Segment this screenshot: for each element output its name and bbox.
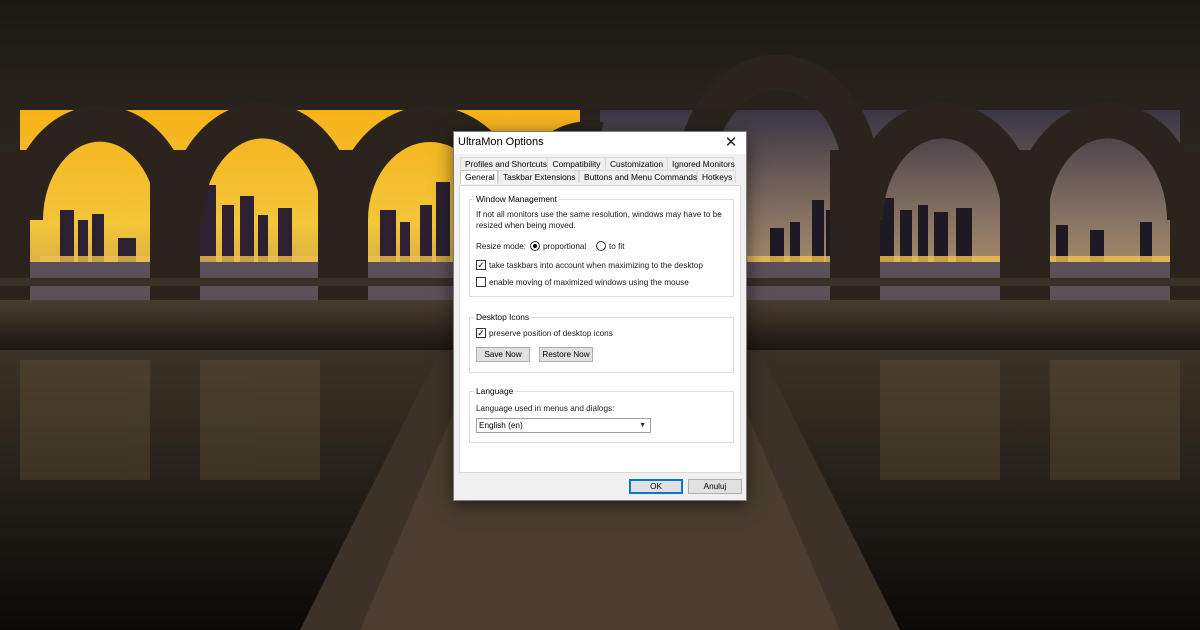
tab-customization[interactable]: Customization: [605, 157, 668, 170]
ultramon-options-dialog: UltraMon Options ✕ Profiles and Shortcut…: [453, 131, 747, 501]
cancel-button[interactable]: Anuluj: [688, 479, 742, 494]
language-prompt: Language used in menus and dialogs:: [476, 404, 615, 413]
taskbars-checkbox[interactable]: ✓: [476, 260, 486, 270]
close-icon[interactable]: ✕: [716, 132, 746, 154]
title-bar: UltraMon Options ✕: [454, 132, 746, 154]
tab-taskbar-extensions[interactable]: Taskbar Extensions: [498, 170, 579, 183]
desktop-icons-group: Desktop Icons ✓ preserve position of des…: [469, 312, 734, 373]
tab-profiles-and-shortcuts[interactable]: Profiles and Shortcuts: [460, 157, 548, 170]
preserve-icons-checkbox[interactable]: ✓: [476, 328, 486, 338]
taskbars-label: take taskbars into account when maximizi…: [489, 261, 703, 270]
language-group: Language Language used in menus and dial…: [469, 386, 734, 443]
language-selected-value: English (en): [479, 421, 523, 430]
language-label: Language: [474, 386, 516, 396]
tab-ignored-monitors[interactable]: Ignored Monitors: [667, 157, 735, 170]
to-fit-radio[interactable]: [596, 241, 606, 251]
window-management-group: Window Management If not all monitors us…: [469, 194, 734, 297]
tab-general[interactable]: General: [460, 170, 498, 184]
save-now-button[interactable]: Save Now: [476, 347, 530, 362]
proportional-radio[interactable]: [530, 241, 540, 251]
resolution-info-text: If not all monitors use the same resolut…: [476, 210, 722, 230]
tab-buttons-and-menu-commands[interactable]: Buttons and Menu Commands: [579, 170, 697, 183]
moving-maximized-label: enable moving of maximized windows using…: [489, 278, 689, 287]
to-fit-label: to fit: [609, 242, 625, 251]
tab-row-1: Profiles and Shortcuts Compatibility Cus…: [460, 157, 740, 170]
window-management-label: Window Management: [474, 194, 559, 204]
ok-button[interactable]: OK: [629, 479, 683, 494]
general-tab-panel: Window Management If not all monitors us…: [459, 185, 741, 473]
chevron-down-icon: ▼: [639, 422, 646, 429]
moving-maximized-checkbox[interactable]: [476, 277, 486, 287]
restore-now-button[interactable]: Restore Now: [539, 347, 593, 362]
resize-mode-label: Resize mode:: [476, 242, 527, 251]
tab-compatibility[interactable]: Compatibility: [547, 157, 606, 170]
proportional-label: proportional: [543, 242, 587, 251]
tab-hotkeys[interactable]: Hotkeys: [697, 170, 736, 183]
language-select[interactable]: English (en) ▼: [476, 418, 651, 433]
desktop-icons-label: Desktop Icons: [474, 312, 532, 322]
dialog-title: UltraMon Options: [458, 136, 544, 148]
tab-row-2: General Taskbar Extensions Buttons and M…: [460, 170, 740, 184]
preserve-icons-label: preserve position of desktop icons: [489, 329, 613, 338]
tab-strip: Profiles and Shortcuts Compatibility Cus…: [460, 157, 740, 184]
